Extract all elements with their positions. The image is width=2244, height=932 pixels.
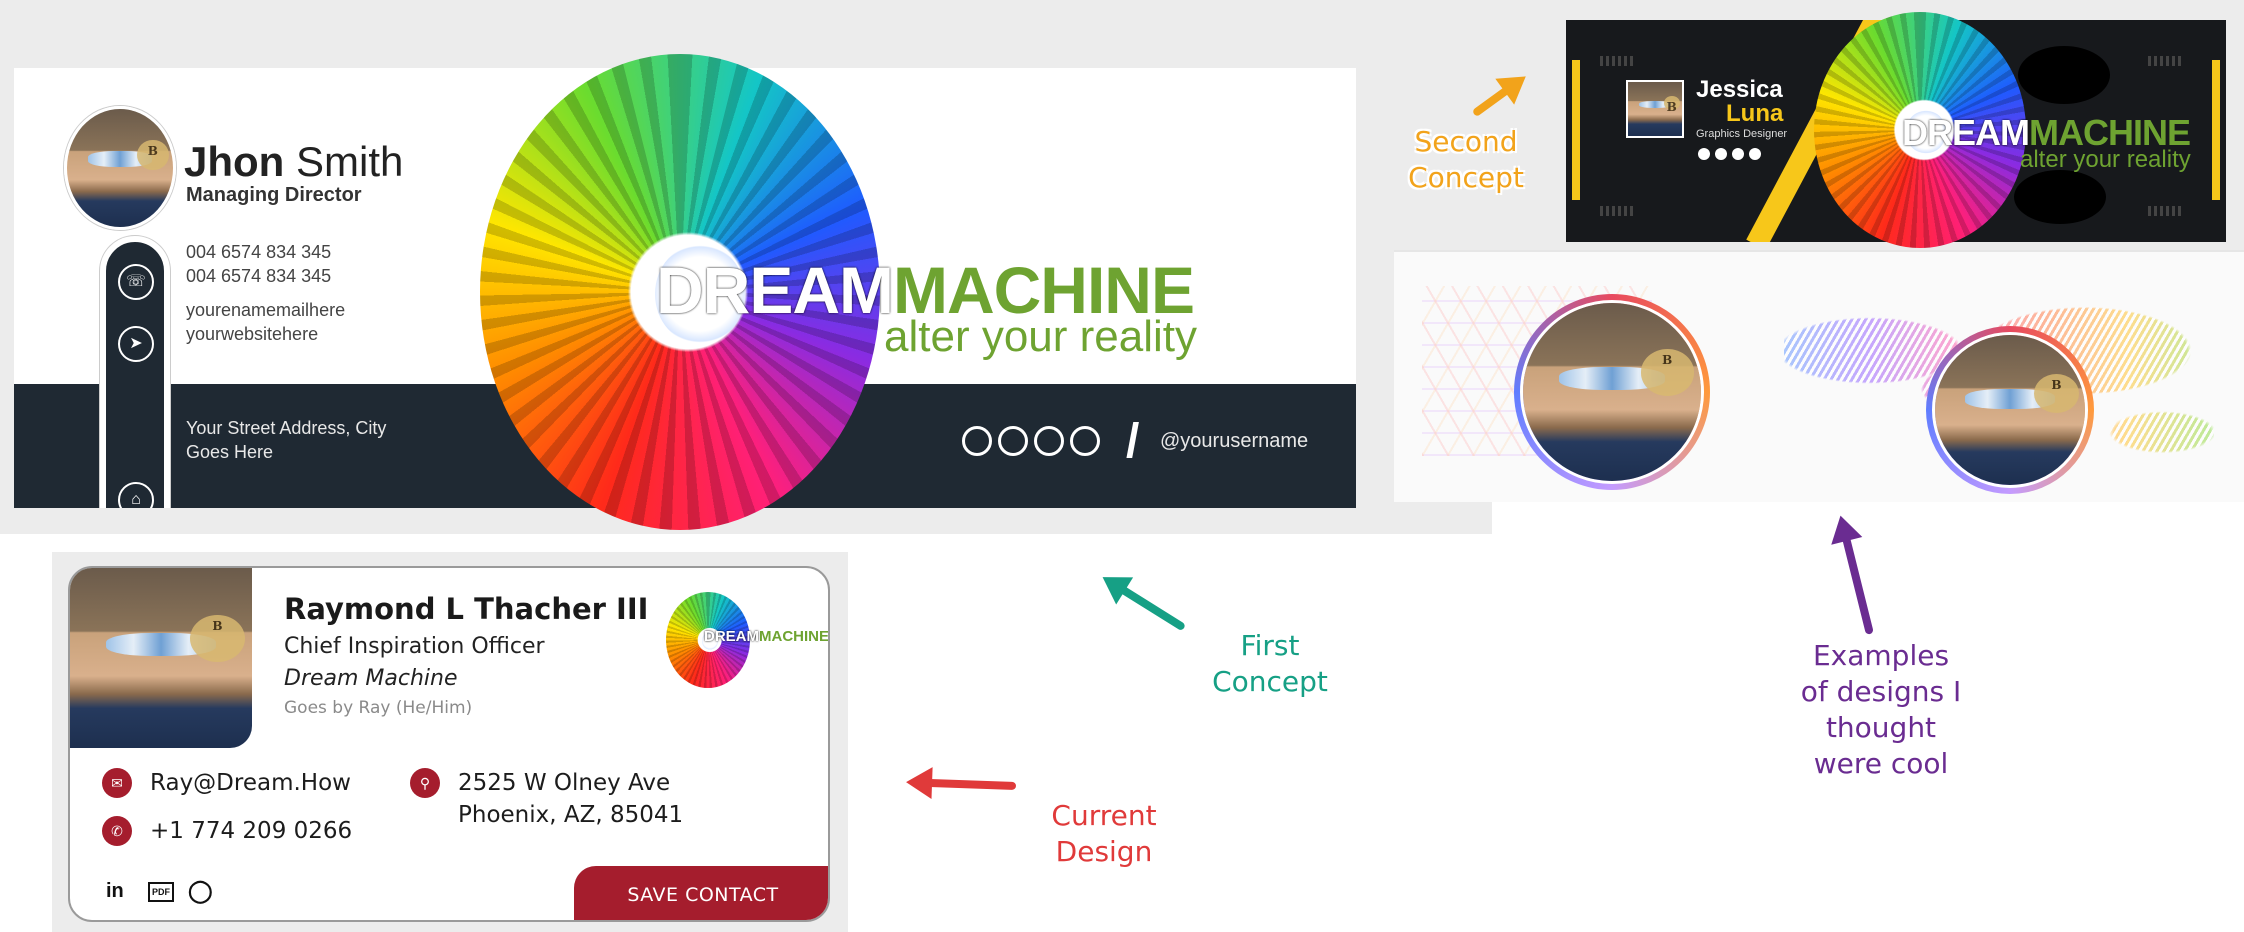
role: Managing Director <box>186 184 362 206</box>
social-dots <box>1698 148 1761 160</box>
contact-icon-pill: ☏ ➤ ⌂ <box>100 236 170 508</box>
dot-grid <box>2148 56 2184 66</box>
dot-grid <box>1600 206 1636 216</box>
name: Raymond L Thacher III <box>284 592 649 626</box>
social-dot-icon <box>1732 148 1744 160</box>
avatar <box>64 106 176 230</box>
yellow-accent <box>1572 60 1580 200</box>
arrow-current-design <box>911 778 1017 790</box>
avatar <box>1926 326 2094 494</box>
label-current-design: Current Design <box>1051 799 1157 868</box>
pdf-icon[interactable]: PDF <box>148 882 174 902</box>
phone-2: 004 6574 834 345 <box>186 266 332 286</box>
phone-1: 004 6574 834 345 <box>186 242 332 262</box>
company: Dream Machine <box>284 666 458 691</box>
social-circle-icon <box>962 426 992 456</box>
profile-photo <box>70 568 252 748</box>
address-line-2[interactable]: Phoenix, AZ, 85041 <box>458 802 683 828</box>
username: @yourusername <box>1160 430 1309 452</box>
logo-wordmark: DREAMMACHINE <box>704 628 829 645</box>
home-icon: ⌂ <box>118 482 154 508</box>
arrow-first-concept <box>1105 576 1187 632</box>
social-dot-icon <box>1715 148 1727 160</box>
email-icon: ✉ <box>102 768 132 798</box>
save-contact-button[interactable]: SAVE CONTACT <box>574 866 828 920</box>
dot-grid <box>2148 206 2184 216</box>
social-circle-icon <box>1034 426 1064 456</box>
job-title: Chief Inspiration Officer <box>284 634 545 659</box>
name: Jhon Smith <box>184 138 404 185</box>
social-circle-icon <box>1070 426 1100 456</box>
cursor-icon: ➤ <box>118 326 154 362</box>
website: yourwebsitehere <box>186 324 319 344</box>
last-name: Luna <box>1726 100 1784 127</box>
phone-icon: ✆ <box>102 816 132 846</box>
social-dot-icon <box>1698 148 1710 160</box>
social-circle-icon <box>998 426 1028 456</box>
address-line-1[interactable]: 2525 W Olney Ave <box>458 770 670 796</box>
email-link[interactable]: Ray@Dream.How <box>150 770 351 796</box>
role: Graphics Designer <box>1696 128 1788 140</box>
arrow-examples <box>1838 520 1874 635</box>
label-first-concept: First Concept <box>1212 629 1328 698</box>
brand-tagline: alter your reality <box>2020 146 2191 173</box>
label-second-concept: Second Concept <box>1408 125 1524 194</box>
avatar <box>1514 294 1710 490</box>
examples-panel <box>1394 250 2244 502</box>
phone-link[interactable]: +1 774 209 0266 <box>150 818 352 844</box>
social-dot-icon <box>1749 148 1761 160</box>
redaction-blob <box>2018 46 2110 104</box>
social-circles <box>962 426 1100 456</box>
label-examples: Examples of designs I thought were cool <box>1800 639 1962 780</box>
brand-tagline: alter your reality <box>884 312 1198 361</box>
redaction-blob <box>2014 170 2106 224</box>
location-pin-icon: ⚲ <box>410 768 440 798</box>
address-line-1: Your Street Address, City <box>186 418 387 438</box>
pronouns: Goes by Ray (He/Him) <box>284 698 473 718</box>
yellow-accent <box>2212 60 2220 200</box>
current-signature-card: Raymond L Thacher III Chief Inspiration … <box>68 566 830 922</box>
email: yourenamemailhere <box>186 300 346 320</box>
slash-divider: / <box>1126 415 1140 468</box>
address-line-2: Goes Here <box>186 442 274 462</box>
phone-icon: ☏ <box>118 264 154 300</box>
whatsapp-icon[interactable]: ◯ <box>188 878 213 904</box>
linkedin-icon[interactable]: in <box>106 880 124 903</box>
dot-grid <box>1600 56 1636 66</box>
avatar <box>1626 80 1684 138</box>
